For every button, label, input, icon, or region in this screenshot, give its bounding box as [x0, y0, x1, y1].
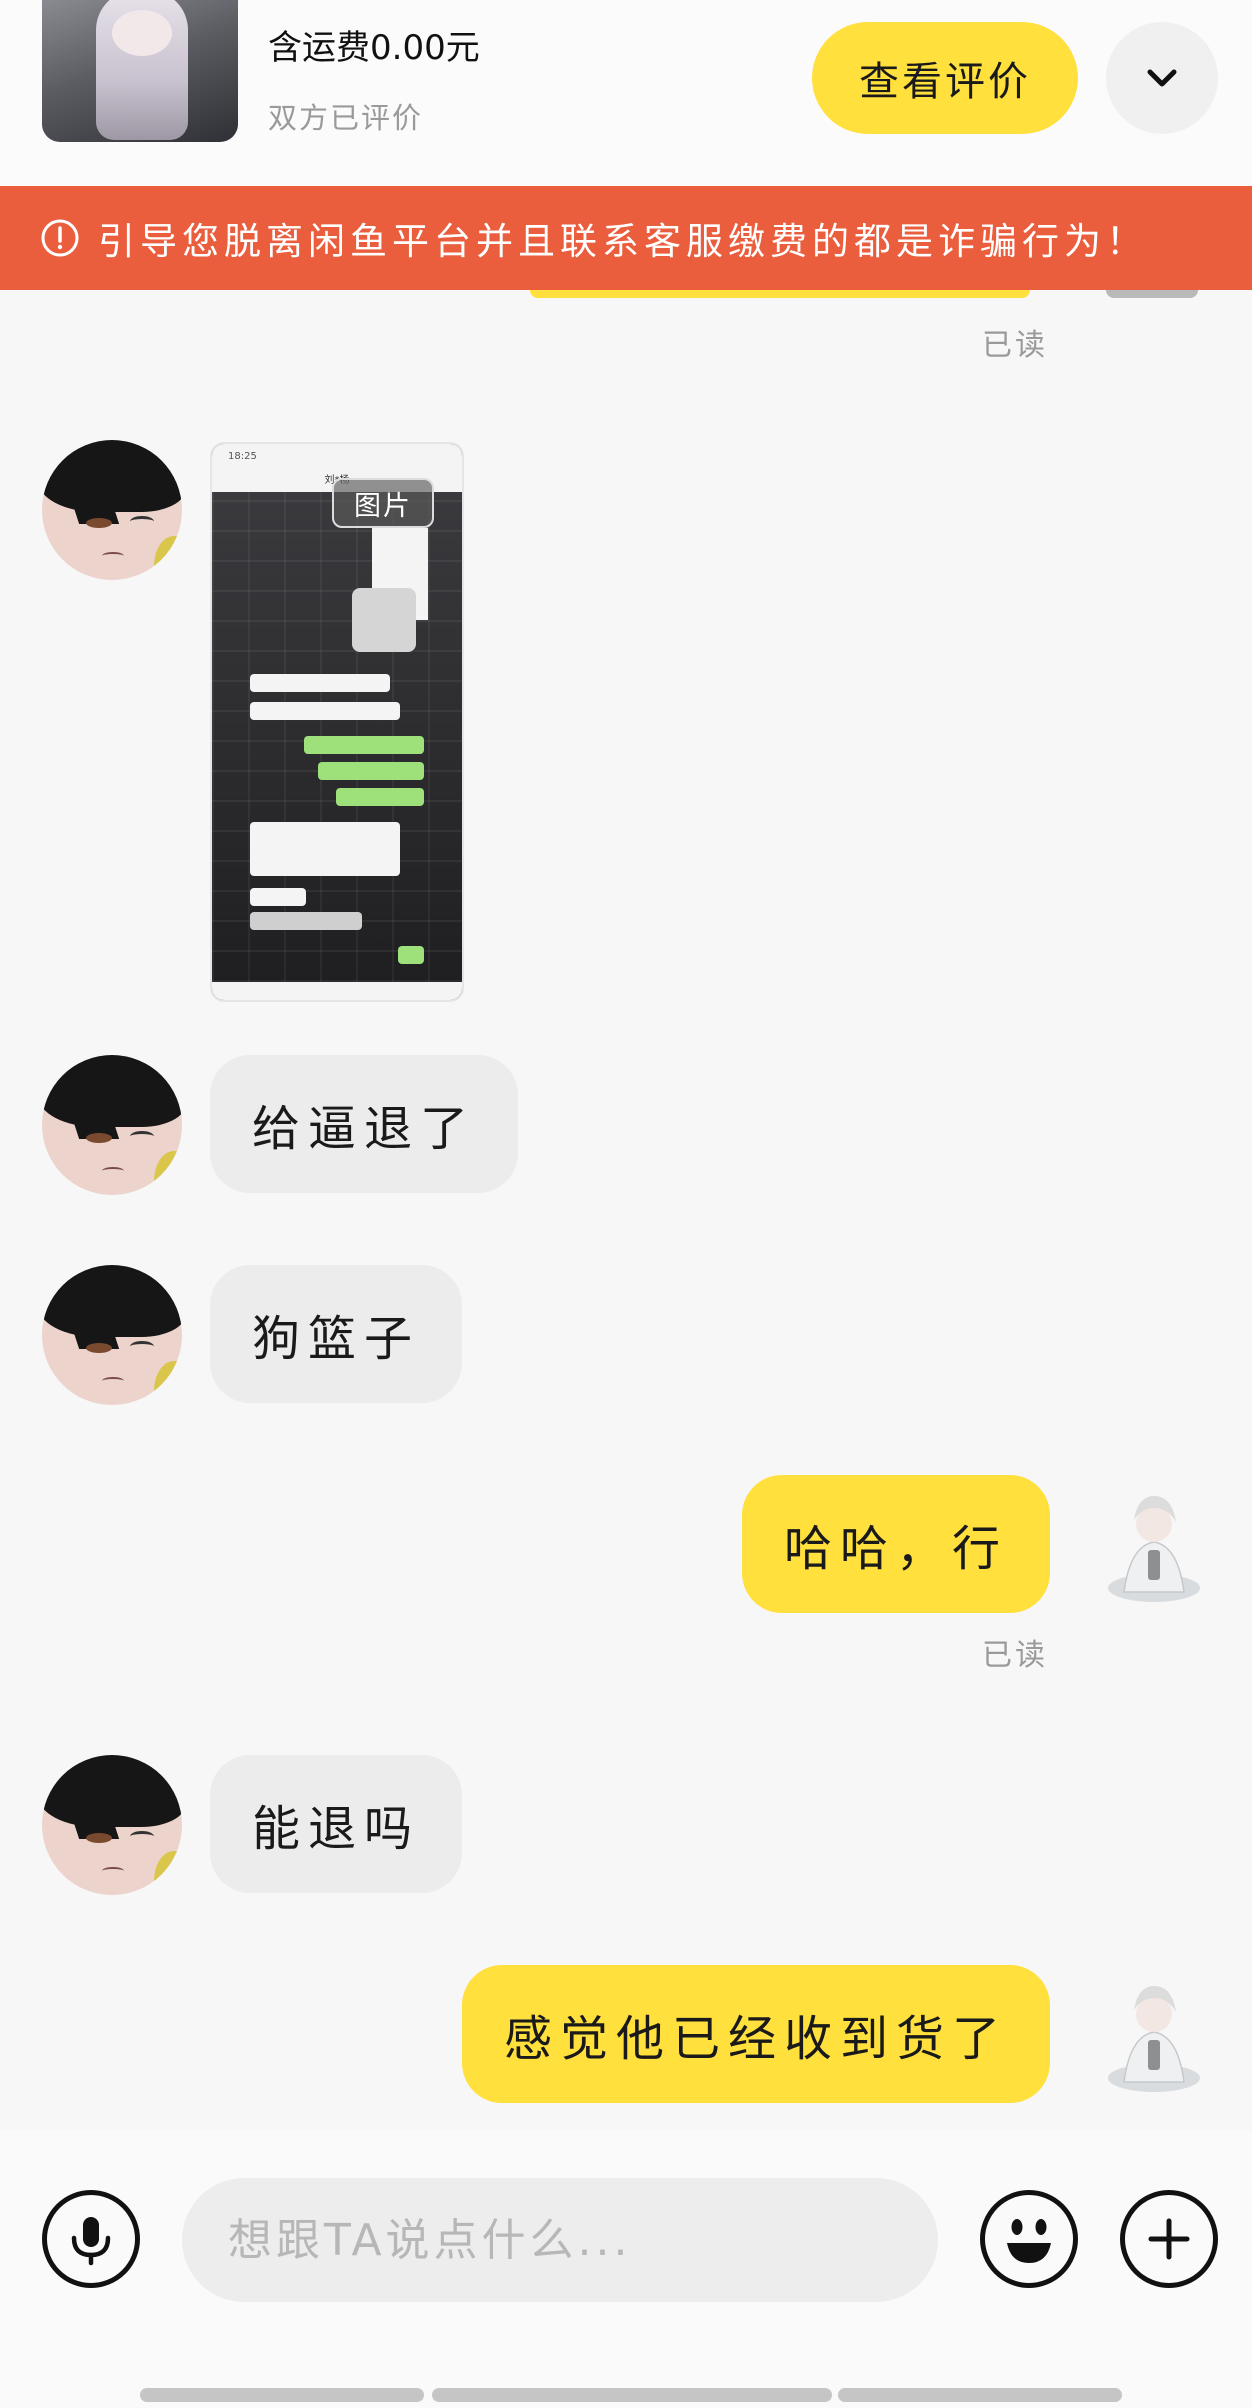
- read-status: 已读: [982, 328, 1048, 363]
- microphone-icon: [71, 2217, 111, 2266]
- collapse-button[interactable]: [1106, 22, 1218, 134]
- emoji-icon: [1007, 2219, 1051, 2263]
- avatar[interactable]: [1090, 1480, 1218, 1608]
- review-status: 双方已评价: [268, 101, 424, 135]
- read-status: 已读: [982, 1638, 1048, 1673]
- more-options-button[interactable]: [1120, 2190, 1218, 2288]
- chevron-down-icon: [1147, 69, 1177, 87]
- scroll-indicator: [838, 2388, 1122, 2402]
- voice-button[interactable]: [42, 2190, 140, 2288]
- image-status-bar: 18:25: [212, 444, 462, 470]
- avatar[interactable]: [42, 440, 182, 580]
- message-bubble[interactable]: 狗篮子: [210, 1265, 462, 1403]
- figurine-face: [112, 10, 172, 56]
- meme-sticker: [352, 588, 416, 652]
- message-input-bar: [0, 2130, 1252, 2408]
- image-message[interactable]: 18:25 刘*杨 图片: [210, 442, 464, 1002]
- view-review-button[interactable]: 查看评价: [812, 22, 1078, 134]
- scroll-indicator: [140, 2388, 424, 2402]
- previous-message-bubble: [530, 290, 1030, 298]
- message-input[interactable]: [182, 2178, 938, 2302]
- my-avatar-partial: [1106, 290, 1198, 298]
- avatar[interactable]: [42, 1055, 182, 1195]
- order-info-header: 含运费0.00元 双方已评价 查看评价: [0, 0, 1252, 186]
- message-bubble[interactable]: 能退吗: [210, 1755, 462, 1893]
- avatar[interactable]: [42, 1755, 182, 1895]
- emoji-button[interactable]: [980, 2190, 1078, 2288]
- message-bubble[interactable]: 感觉他已经收到货了: [462, 1965, 1050, 2103]
- image-tag: 图片: [332, 478, 434, 528]
- chat-area[interactable]: 已读 18:25 刘*杨 图片 给逼退了 狗篮子: [0, 290, 1252, 2130]
- plus-icon: [1148, 2218, 1190, 2260]
- exclamation-circle-icon: [41, 219, 79, 257]
- avatar[interactable]: [1090, 1970, 1218, 2098]
- warning-text: 引导您脱离闲鱼平台并且联系客服缴费的都是诈骗行为！: [98, 220, 1148, 263]
- fraud-warning-banner: 引导您脱离闲鱼平台并且联系客服缴费的都是诈骗行为！: [0, 186, 1252, 290]
- image-status-time: 18:25: [228, 451, 257, 462]
- price-text: 含运费0.00元: [268, 28, 480, 68]
- product-thumbnail[interactable]: [42, 0, 238, 142]
- scroll-indicator: [432, 2388, 832, 2402]
- avatar[interactable]: [42, 1265, 182, 1405]
- message-bubble[interactable]: 给逼退了: [210, 1055, 518, 1193]
- message-bubble[interactable]: 哈哈，行: [742, 1475, 1050, 1613]
